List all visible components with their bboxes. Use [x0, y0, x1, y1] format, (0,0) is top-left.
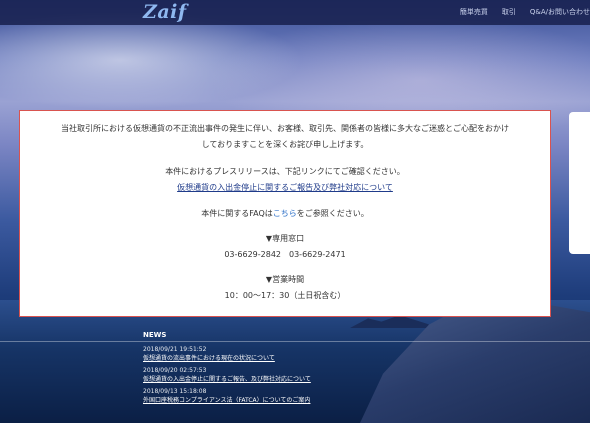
news-item: 2018/09/20 02:57:53 仮想通貨の入出金停止に関するご報告、及び…	[143, 367, 311, 384]
press-release-paragraph: 本件におけるプレスリリースは、下記リンクにてご確認ください。 仮想通貨の入出金停…	[20, 164, 550, 196]
hours-value: 10：00～17：30（土日祝含む）	[224, 291, 346, 300]
site-header: Zaif 簡単売買 取引 Q&A/お問い合わせ	[0, 0, 590, 25]
news-heading: NEWS	[143, 331, 167, 339]
press-release-link[interactable]: 仮想通貨の入出金停止に関するご報告及び弊社対応について	[177, 183, 393, 192]
faq-suffix: をご参照ください。	[296, 209, 369, 218]
header-nav: 簡単売買 取引 Q&A/お問い合わせ	[460, 5, 590, 19]
nav-trade[interactable]: 取引	[502, 5, 516, 19]
apology-line-1: 当社取引所における仮想通貨の不正流出事件の発生に伴い、お客様、取引先、関係者の皆…	[61, 124, 509, 133]
news-item: 2018/09/13 15:18:08 外国口座税務コンプライアンス法（FATC…	[143, 388, 310, 405]
news-item: 2018/09/21 19:51:52 仮想通貨の流出事件における現在の状況につ…	[143, 346, 275, 363]
nav-qa-contact[interactable]: Q&A/お問い合わせ	[530, 5, 590, 19]
news-divider	[0, 341, 590, 342]
faq-link[interactable]: こちら	[273, 209, 297, 218]
contact-section: ▼専用窓口 03-6629-2842 03-6629-2471	[20, 231, 550, 263]
news-link[interactable]: 外国口座税務コンプライアンス法（FATCA）についてのご案内	[143, 396, 310, 405]
apology-line-2: しておりますことを深くお詫び申し上げます。	[201, 140, 369, 149]
press-release-text: 本件におけるプレスリリースは、下記リンクにてご確認ください。	[165, 167, 405, 176]
hours-section: ▼営業時間 10：00～17：30（土日祝含む）	[20, 272, 550, 304]
news-link[interactable]: 仮想通貨の流出事件における現在の状況について	[143, 354, 275, 363]
news-link[interactable]: 仮想通貨の入出金停止に関するご報告、及び弊社対応について	[143, 375, 311, 384]
faq-paragraph: 本件に関するFAQはこちらをご参照ください。	[20, 206, 550, 222]
news-date: 2018/09/20 02:57:53	[143, 367, 207, 374]
contact-heading: ▼専用窓口	[265, 234, 305, 243]
contact-numbers: 03-6629-2842 03-6629-2471	[224, 250, 346, 259]
incident-notice-box: 当社取引所における仮想通貨の不正流出事件の発生に伴い、お客様、取引先、関係者の皆…	[19, 110, 551, 317]
news-date: 2018/09/21 19:51:52	[143, 346, 207, 353]
side-panel	[569, 112, 590, 254]
faq-prefix: 本件に関するFAQは	[201, 209, 273, 218]
hours-heading: ▼営業時間	[265, 275, 305, 284]
zaif-logo[interactable]: Zaif	[143, 1, 187, 23]
news-date: 2018/09/13 15:18:08	[143, 388, 207, 395]
nav-easy-trade[interactable]: 簡単売買	[460, 5, 488, 19]
apology-paragraph: 当社取引所における仮想通貨の不正流出事件の発生に伴い、お客様、取引先、関係者の皆…	[30, 121, 540, 153]
